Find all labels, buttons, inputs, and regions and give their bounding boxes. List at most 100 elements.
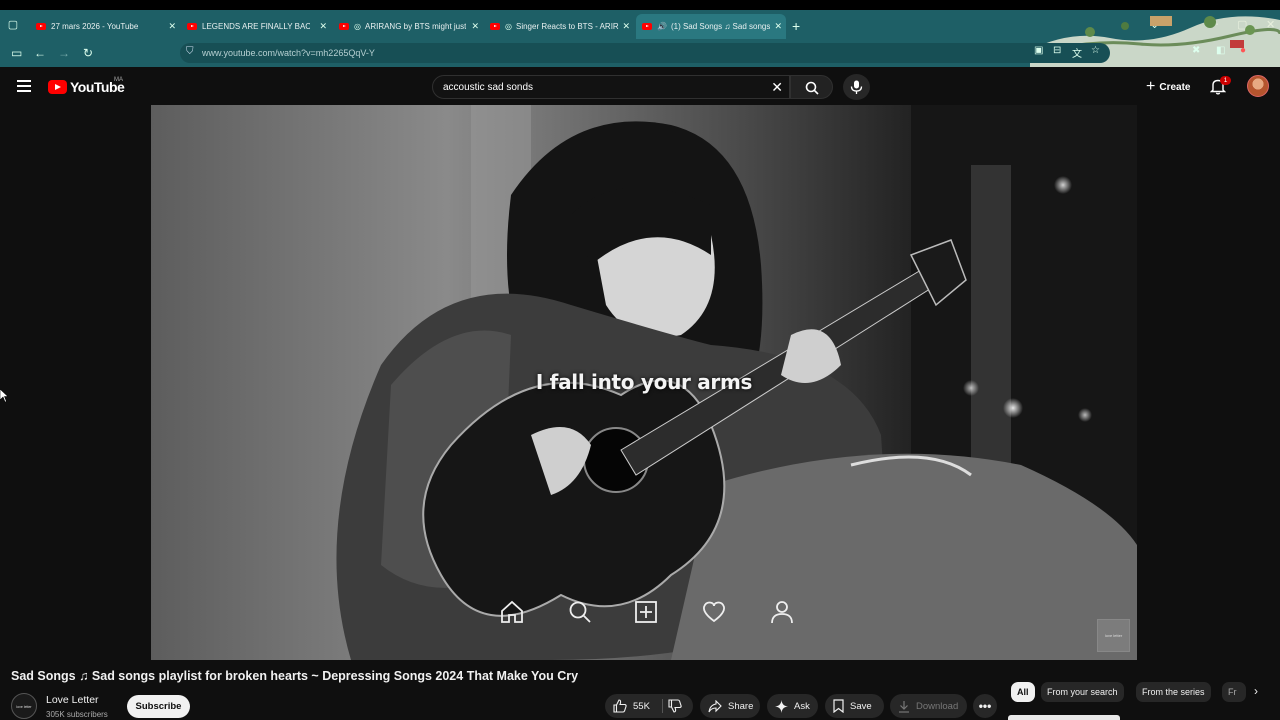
account-avatar[interactable] [1247,75,1269,97]
tab-3-title: ARIRANG by BTS might just [364,22,467,31]
profile-icon[interactable]: ◧ [1216,45,1225,56]
bookmark-icon [833,699,844,713]
recommendation-thumbnail-peek[interactable] [1008,715,1120,720]
like-count: 55K [633,700,650,712]
tab-3[interactable]: ◎ ARIRANG by BTS might just ✕ [333,14,483,39]
subscriber-count: 305K subscribers [46,710,108,719]
reload-icon[interactable]: ↻ [83,46,93,60]
search-button[interactable] [790,75,833,99]
youtube-favicon-icon [339,23,349,30]
translate-icon[interactable]: 文 [1072,45,1082,60]
create-button[interactable]: + Create [1136,75,1200,99]
tab-4[interactable]: ◎ Singer Reacts to BTS - ARIR ✕ [484,14,634,39]
tab-5-close-icon[interactable]: ✕ [774,21,782,32]
more-dots-icon: ••• [978,699,992,713]
url-text[interactable]: www.youtube.com/watch?v=mh2265QqV-Y [202,48,375,58]
chip-partial[interactable]: Fr [1222,682,1246,702]
url-bar[interactable]: ⛉ www.youtube.com/watch?v=mh2265QqV-Y [180,43,1110,63]
tab-5-title: (1) Sad Songs ♫ Sad songs [670,22,771,31]
speaker-icon[interactable]: 🔊 [657,22,667,31]
youtube-play-icon [48,80,67,94]
channel-name[interactable]: Love Letter [46,694,99,706]
youtube-favicon-icon [187,23,197,30]
tab-3-close-icon[interactable]: ✕ [471,21,479,32]
share-label: Share [728,700,754,712]
create-label: Create [1159,81,1191,93]
tab-1-close-icon[interactable]: ✕ [168,21,176,32]
tab-5-active[interactable]: 🔊 (1) Sad Songs ♫ Sad songs ✕ [636,14,786,39]
ask-button[interactable]: Ask [767,694,818,718]
like-divider [662,699,663,713]
tab-2[interactable]: LEGENDS ARE FINALLY BACK! ✕ [181,14,331,39]
install-icon[interactable]: ⊟ [1053,45,1061,56]
bookmark-star-icon[interactable]: ☆ [1091,45,1100,56]
lyric-overlay-text: I fall into your arms [535,370,753,394]
voice-search-button[interactable] [843,74,870,100]
profile-icon [771,601,793,624]
video-title: Sad Songs ♫ Sad songs playlist for broke… [11,669,579,683]
clear-search-icon[interactable]: ✕ [771,79,783,96]
tab-4-close-icon[interactable]: ✕ [622,21,630,32]
browser-chrome: ▢ 27 mars 2026 - YouTube ✕ LEGENDS ARE F… [0,0,1280,67]
home-icon [501,600,523,623]
microphone-icon [850,80,863,94]
tab-search-icon[interactable]: ▢ [6,19,20,31]
channel-avatar[interactable]: love letter [11,693,37,719]
dislike-button[interactable] [668,699,682,716]
tab-2-title: LEGENDS ARE FINALLY BACK! [202,22,310,31]
share-button[interactable]: Share [700,694,760,718]
more-actions-button[interactable]: ••• [973,694,997,718]
download-icon [899,700,909,713]
extensions-icon[interactable]: ✖ [1192,45,1200,56]
thumbs-down-icon [668,699,682,713]
add-icon [635,601,657,623]
tab-1[interactable]: 27 mars 2026 - YouTube ✕ [30,14,180,39]
plus-icon: + [1146,78,1156,95]
tab-4-title: Singer Reacts to BTS - ARIR [515,22,619,31]
search-input[interactable]: accoustic sad sonds ✕ [432,75,790,99]
download-label: Download [916,700,959,712]
heart-icon [703,601,725,623]
subscribe-button[interactable]: Subscribe [127,695,190,718]
youtube-favicon-icon [490,23,500,30]
tab-2-close-icon[interactable]: ✕ [319,21,327,32]
tab-1-title: 27 mars 2026 - YouTube [51,22,139,31]
like-button[interactable]: 55K [613,699,650,713]
ask-label: Ask [794,700,810,712]
video-player[interactable]: I fall into your arms love letter [151,105,1137,660]
youtube-logo[interactable]: YouTube [48,79,125,95]
thumbs-up-icon [613,699,627,713]
mouse-cursor-icon [0,389,8,403]
chip-from-your-search[interactable]: From your search [1041,682,1124,702]
forward-icon[interactable]: → [58,46,70,60]
search-icon [569,601,591,623]
browser-menu-icon[interactable]: ● [1240,45,1246,56]
search-icon [805,81,819,95]
youtube-favicon-icon [36,23,46,30]
picture-in-picture-icon[interactable]: ▣ [1034,45,1043,56]
chip-from-the-series[interactable]: From the series [1136,682,1211,702]
share-arrow-icon [708,699,722,712]
youtube-favicon-icon [642,23,652,30]
site-info-icon[interactable]: ⛉ [186,46,194,57]
new-tab-button[interactable]: + [792,18,800,34]
channel-watermark[interactable]: love letter [1097,619,1130,652]
country-code: MA [114,77,123,83]
chips-next-chevron-icon[interactable]: › [1254,684,1258,698]
address-bar-row: ▭ ← → ↻ ⛉ www.youtube.com/watch?v=mh2265… [0,41,1280,67]
chrome-top-strip [0,0,1280,10]
audio-indicator-icon: ◎ [354,22,361,31]
back-icon[interactable]: ← [34,46,46,60]
youtube-header: YouTube MA accoustic sad sonds ✕ + Creat… [0,67,1280,105]
like-dislike-group: 55K [605,694,693,718]
notification-count-badge: 1 [1220,76,1231,85]
audio-indicator-icon: ◎ [505,22,512,31]
chip-all[interactable]: All [1011,682,1035,702]
sidebar-icon[interactable]: ▭ [11,46,22,60]
sparkle-icon [775,699,788,713]
search-query[interactable]: accoustic sad sonds [443,82,533,93]
download-button[interactable]: Download [890,694,967,718]
save-button[interactable]: Save [825,694,884,718]
save-label: Save [850,700,872,712]
menu-icon[interactable] [17,80,31,92]
